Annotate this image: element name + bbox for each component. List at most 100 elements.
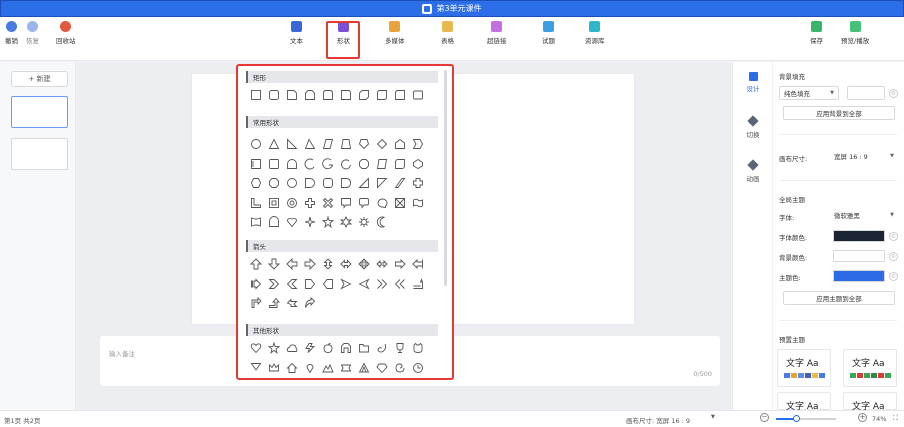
folder-shape[interactable] bbox=[358, 342, 370, 354]
oval-shape[interactable] bbox=[250, 138, 262, 150]
left-pentagon-arrow-shape[interactable] bbox=[322, 278, 334, 290]
shirt-shape[interactable] bbox=[340, 342, 352, 354]
chevron-shape[interactable] bbox=[412, 138, 424, 150]
left-right-arrow-shape[interactable] bbox=[340, 258, 352, 270]
arch-shape[interactable] bbox=[286, 158, 298, 170]
rounded-rectangle-shape[interactable] bbox=[268, 89, 280, 101]
four-point-star-shape[interactable] bbox=[304, 216, 316, 228]
diagonal-stripe-shape[interactable] bbox=[394, 177, 406, 189]
right-triangle-shape[interactable] bbox=[286, 138, 298, 150]
star-outline-shape[interactable] bbox=[268, 342, 280, 354]
delay-shape[interactable] bbox=[304, 177, 316, 189]
hourglass-shape[interactable] bbox=[394, 197, 406, 209]
notched-left-arrow-shape[interactable] bbox=[412, 258, 424, 270]
mountain-shape[interactable] bbox=[322, 362, 334, 374]
curved-right-arrow-shape[interactable] bbox=[304, 297, 316, 309]
rectangle-shape[interactable] bbox=[250, 89, 262, 101]
zoom-slider[interactable] bbox=[776, 415, 836, 422]
fill-type-select[interactable]: 纯色填充 ▼ bbox=[779, 86, 839, 100]
heptagon-shape[interactable] bbox=[250, 177, 262, 189]
house-shape[interactable] bbox=[286, 362, 298, 374]
bent-arrow-shape[interactable] bbox=[250, 297, 262, 309]
chevron-down-icon[interactable]: ▼ bbox=[711, 414, 715, 420]
cloud-arc-shape[interactable] bbox=[268, 216, 280, 228]
media-button[interactable]: 多媒体 bbox=[385, 21, 405, 45]
fullscreen-icon[interactable]: ⛶ bbox=[893, 414, 898, 423]
lightning-shape[interactable] bbox=[304, 342, 316, 354]
callout-rounded-shape[interactable] bbox=[358, 197, 370, 209]
preset-theme-card[interactable]: 文字 Aa bbox=[777, 349, 831, 387]
six-point-star-shape[interactable] bbox=[340, 216, 352, 228]
font-select[interactable]: 微软雅黑 ▼ bbox=[829, 208, 899, 222]
bracket-shape[interactable] bbox=[340, 177, 352, 189]
round-corner-rectangle-shape[interactable] bbox=[340, 89, 352, 101]
trapezoid-shape[interactable] bbox=[340, 138, 352, 150]
snip-diagonal-rectangle-shape[interactable] bbox=[358, 89, 370, 101]
pentagon-shape[interactable] bbox=[358, 138, 370, 150]
cat-face-shape[interactable] bbox=[412, 342, 424, 354]
left-triangle-arrow-shape[interactable] bbox=[358, 278, 370, 290]
snip-corner-rectangle-shape[interactable] bbox=[286, 89, 298, 101]
zoom-out-icon[interactable]: − bbox=[760, 413, 769, 422]
snip-round-rectangle-shape[interactable] bbox=[394, 89, 406, 101]
zoom-slider-handle[interactable] bbox=[793, 415, 800, 422]
up-arrow-shape[interactable] bbox=[250, 258, 262, 270]
tent-shape[interactable] bbox=[358, 362, 370, 374]
frame-shape[interactable] bbox=[250, 158, 262, 170]
scroll-shape[interactable] bbox=[250, 216, 262, 228]
theme-color-swatch[interactable] bbox=[833, 270, 885, 282]
cloud-shape[interactable] bbox=[286, 342, 298, 354]
swirl-shape[interactable] bbox=[376, 342, 388, 354]
crown-shape[interactable] bbox=[268, 362, 280, 374]
bevel-shape[interactable] bbox=[268, 197, 280, 209]
can-shape[interactable] bbox=[376, 158, 388, 170]
quad-arrow-shape[interactable] bbox=[358, 258, 370, 270]
bent-up-arrow-shape[interactable] bbox=[412, 278, 424, 290]
moon-arc-shape[interactable] bbox=[304, 158, 316, 170]
octagon-shape[interactable] bbox=[358, 158, 370, 170]
l-shape[interactable] bbox=[250, 197, 262, 209]
striped-right-arrow-shape[interactable] bbox=[394, 258, 406, 270]
callout-oval-shape[interactable] bbox=[376, 197, 388, 209]
info-icon[interactable]: © bbox=[889, 272, 898, 281]
zoom-in-icon[interactable]: + bbox=[858, 413, 867, 422]
info-icon[interactable]: © bbox=[889, 252, 898, 261]
plus-shape[interactable] bbox=[304, 197, 316, 209]
recycle-bin-button[interactable]: 回收站 bbox=[56, 21, 76, 45]
chevron-left-shape[interactable] bbox=[286, 278, 298, 290]
isosceles-trapezoid-shape[interactable] bbox=[304, 138, 316, 150]
target-shape[interactable] bbox=[286, 197, 298, 209]
house-pentagon-shape[interactable] bbox=[394, 138, 406, 150]
table-button[interactable]: 表格 bbox=[441, 21, 454, 45]
tab-animation[interactable]: 动画 bbox=[733, 159, 773, 183]
u-turn-arrow-shape[interactable] bbox=[268, 297, 280, 309]
left-arrow-shape[interactable] bbox=[286, 258, 298, 270]
cup-shape[interactable] bbox=[394, 342, 406, 354]
slide-thumbnail[interactable] bbox=[11, 96, 68, 128]
multiply-shape[interactable] bbox=[322, 197, 334, 209]
pin-shape[interactable] bbox=[304, 362, 316, 374]
decagon-shape[interactable] bbox=[268, 177, 280, 189]
diamond-gem-shape[interactable] bbox=[376, 362, 388, 374]
lemon-shape[interactable] bbox=[322, 342, 334, 354]
panel-scrollbar[interactable] bbox=[444, 70, 447, 286]
sun-shape[interactable] bbox=[358, 216, 370, 228]
triangle-shape[interactable] bbox=[268, 138, 280, 150]
save-button[interactable]: 保存 bbox=[810, 21, 823, 45]
preset-theme-card[interactable]: 文字 Aa bbox=[843, 349, 897, 387]
quiz-button[interactable]: 试题 bbox=[542, 21, 555, 45]
bg-color-swatch[interactable] bbox=[833, 250, 885, 262]
double-chevron-right-shape[interactable] bbox=[376, 278, 388, 290]
spiral-shape[interactable] bbox=[394, 362, 406, 374]
tab-design[interactable]: 设计 bbox=[733, 72, 773, 93]
apply-theme-all-button[interactable]: 应用主题到全部 bbox=[783, 291, 895, 305]
new-slide-button[interactable]: + 新建 bbox=[11, 71, 68, 87]
right-triangle-arrow-shape[interactable] bbox=[340, 278, 352, 290]
round-diagonal-rectangle-shape[interactable] bbox=[376, 89, 388, 101]
canvas-size-select[interactable]: 宽屏 16 : 9 ▼ bbox=[829, 149, 899, 163]
heart-outline-shape[interactable] bbox=[286, 216, 298, 228]
left-right-up-arrow-shape[interactable] bbox=[376, 258, 388, 270]
tear-shape[interactable] bbox=[394, 158, 406, 170]
parallelogram-shape[interactable] bbox=[322, 138, 334, 150]
donut-shape[interactable] bbox=[286, 177, 298, 189]
